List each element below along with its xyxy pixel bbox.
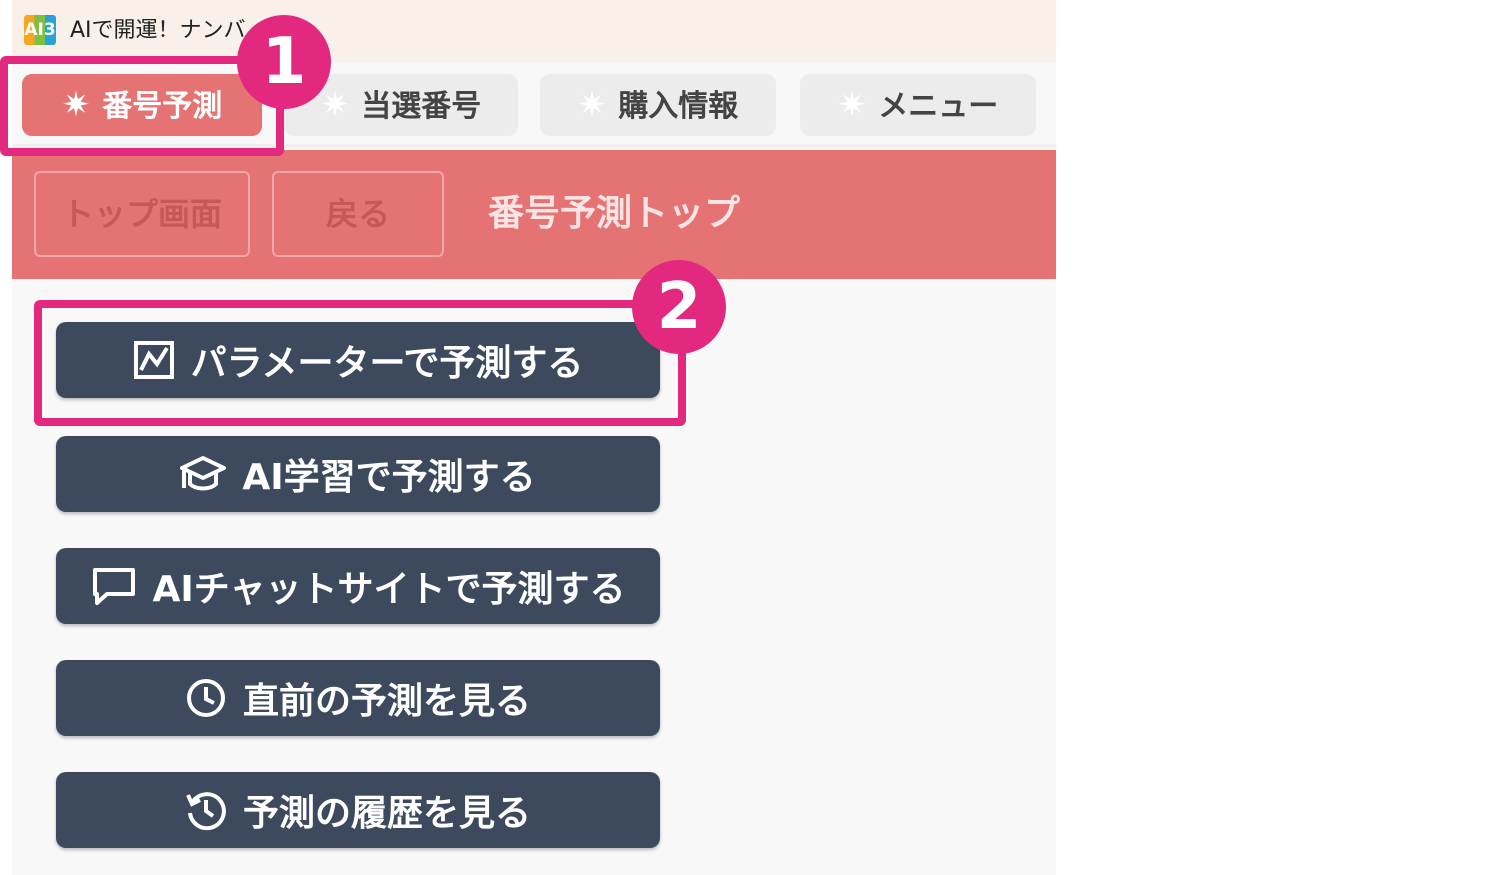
top-screen-button[interactable]: トップ画面 xyxy=(34,171,250,257)
sparkle-icon: ✷ xyxy=(320,85,350,125)
graduation-cap-icon xyxy=(180,456,227,491)
action-label: AI学習で予測する xyxy=(242,457,536,498)
tab-menu[interactable]: ✷ メニュー xyxy=(800,74,1036,136)
title-bar: AI3 AIで開運！ナンバ xyxy=(12,0,1056,62)
predict-by-ai-chat-button[interactable]: AIチャットサイトで予測する xyxy=(56,548,660,624)
step-badge-1: 1 xyxy=(237,15,331,109)
action-label: 直前の予測を見る xyxy=(242,681,531,722)
window-title: AIで開運！ナンバ xyxy=(70,18,246,43)
tab-purchase-info[interactable]: ✷ 購入情報 xyxy=(540,74,776,136)
clock-icon xyxy=(186,679,225,717)
action-label: 予測の履歴を見る xyxy=(242,793,531,834)
page-header: トップ画面 戻る 番号予測トップ xyxy=(12,150,1056,279)
history-icon xyxy=(186,792,226,831)
action-label: AIチャットサイトで予測する xyxy=(152,569,626,610)
predict-by-ai-learning-button[interactable]: AI学習で予測する xyxy=(56,436,660,512)
view-prediction-history-button[interactable]: 予測の履歴を見る xyxy=(56,772,660,848)
chat-bubble-icon xyxy=(92,568,135,605)
view-last-prediction-button[interactable]: 直前の予測を見る xyxy=(56,660,660,736)
sparkle-icon: ✷ xyxy=(837,85,867,125)
sparkle-icon: ✷ xyxy=(577,85,607,125)
app-window: AI3 AIで開運！ナンバ ✷ 番号予測 ✷ 当選番号 ✷ 購入情報 ✷ メニュー トッ… xyxy=(0,0,1056,875)
back-button[interactable]: 戻る xyxy=(272,171,444,257)
tab-label: 購入情報 xyxy=(618,89,739,124)
page-title: 番号予測トップ xyxy=(488,193,741,234)
action-highlight-frame xyxy=(34,300,686,426)
tab-label: メニュー xyxy=(878,89,999,124)
step-badge-2: 2 xyxy=(632,260,726,354)
app-logo-icon: AI3 xyxy=(24,15,56,45)
tab-label: 当選番号 xyxy=(361,89,482,124)
